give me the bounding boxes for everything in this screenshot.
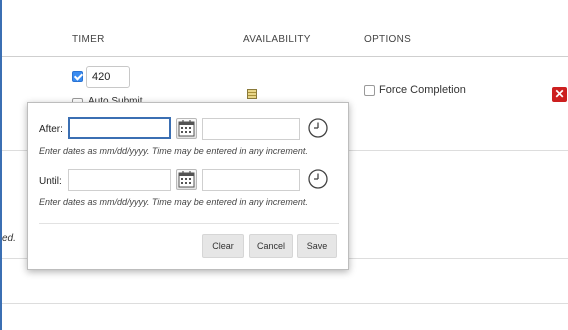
header-timer: TIMER — [72, 34, 105, 45]
after-hint: Enter dates as mm/dd/yyyy. Time may be e… — [39, 146, 308, 156]
availability-popup: After: Enter dates as mm/dd/yyyy. Time m… — [27, 102, 349, 270]
delete-icon[interactable]: ✕ — [552, 87, 567, 102]
after-label: After: — [39, 124, 63, 135]
calendar-grid-icon[interactable] — [247, 89, 257, 99]
after-time-input[interactable] — [202, 118, 300, 140]
header-availability: AVAILABILITY — [243, 34, 311, 45]
after-clock-icon[interactable] — [307, 117, 329, 139]
save-button[interactable]: Save — [297, 234, 337, 258]
force-completion-label: Force Completion — [379, 84, 466, 96]
clear-button[interactable]: Clear — [202, 234, 244, 258]
after-calendar-icon[interactable] — [176, 118, 197, 139]
after-date-input[interactable] — [68, 117, 171, 139]
header-options: OPTIONS — [364, 34, 412, 45]
timer-checkbox[interactable] — [72, 71, 83, 82]
timer-input[interactable] — [86, 66, 130, 88]
popup-divider — [39, 223, 339, 224]
until-label: Until: — [39, 176, 62, 187]
header-divider — [2, 56, 568, 57]
cancel-button[interactable]: Cancel — [249, 234, 293, 258]
until-time-input[interactable] — [202, 169, 300, 191]
until-calendar-icon[interactable] — [176, 169, 197, 190]
until-hint: Enter dates as mm/dd/yyyy. Time may be e… — [39, 197, 308, 207]
truncated-text: ed. — [2, 233, 16, 244]
until-clock-icon[interactable] — [307, 168, 329, 190]
until-date-input[interactable] — [68, 169, 171, 191]
row-divider-3 — [2, 303, 568, 304]
force-completion-checkbox[interactable] — [364, 85, 375, 96]
